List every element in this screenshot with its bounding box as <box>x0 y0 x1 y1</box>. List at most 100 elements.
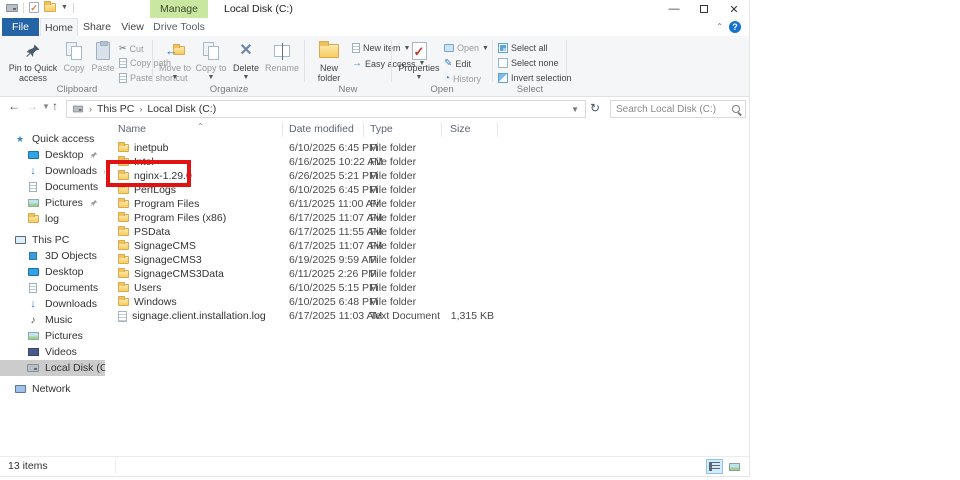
divider <box>23 3 24 13</box>
file-row-users[interactable]: Users 6/10/2025 5:15 PM File folder <box>105 281 749 295</box>
invert-selection-button[interactable]: Invert selection <box>498 73 572 83</box>
sidebar-item-quick-access[interactable]: ★ Quick access <box>0 131 105 147</box>
qat-dropdown-icon[interactable]: ▼ <box>61 4 68 11</box>
select-none-button[interactable]: Select none <box>498 58 559 68</box>
move-to-button[interactable]: ← Move to ▼ <box>158 40 192 81</box>
tab-home[interactable]: Home <box>40 18 78 36</box>
details-view-button[interactable] <box>706 459 723 474</box>
manage-contextual-tab[interactable]: Manage <box>150 0 208 18</box>
search-box[interactable] <box>610 100 746 118</box>
sidebar-item-3d-objects[interactable]: 3D Objects <box>0 248 105 264</box>
sidebar-item-documents[interactable]: Documents <box>0 179 105 195</box>
tab-share[interactable]: Share <box>80 18 114 36</box>
sidebar-item-local-disk-c[interactable]: Local Disk (C:) <box>0 360 105 376</box>
pin-label: Pin to Quick access <box>6 64 60 83</box>
file-row-intel[interactable]: Intel 6/16/2025 10:22 AM File folder <box>105 155 749 169</box>
address-dropdown-icon[interactable]: ▼ <box>571 105 579 114</box>
column-header-type[interactable]: Type <box>364 122 442 137</box>
dropdown-caret-icon: ▼ <box>243 74 250 82</box>
breadcrumb-separator: › <box>139 104 142 114</box>
minimize-button[interactable]: — <box>659 0 689 18</box>
address-bar[interactable]: › This PC › Local Disk (C:) ▼ <box>66 100 586 118</box>
sidebar-item-documents-pc[interactable]: Documents <box>0 280 105 296</box>
maximize-button[interactable] <box>689 0 719 18</box>
recent-locations-icon[interactable]: ▼ <box>42 102 50 111</box>
copy-icon <box>66 40 83 62</box>
file-row-program-files[interactable]: Program Files 6/11/2025 11:00 AM File fo… <box>105 197 749 211</box>
select-all-icon <box>498 43 508 53</box>
search-input[interactable] <box>616 104 732 115</box>
thumbnails-view-button[interactable] <box>726 459 743 474</box>
copy-to-button[interactable]: Copy to ▼ <box>194 40 228 81</box>
sidebar-item-desktop[interactable]: Desktop <box>0 147 105 163</box>
videos-icon <box>28 348 39 356</box>
column-header-size[interactable]: Size <box>442 122 498 137</box>
help-icon[interactable]: ? <box>729 21 741 33</box>
file-row-psdata[interactable]: PSData 6/17/2025 11:55 AM File folder <box>105 225 749 239</box>
pin-to-quick-access-button[interactable]: Pin to Quick access <box>6 40 60 83</box>
drive-icon <box>27 364 39 372</box>
open-icon <box>444 44 454 52</box>
properties-shortcut-icon[interactable]: ✓ <box>29 2 39 13</box>
sidebar-item-downloads[interactable]: ↓ Downloads <box>0 163 105 179</box>
paste-button[interactable]: Paste <box>89 40 117 74</box>
file-row-program-files-x86[interactable]: Program Files (x86) 6/17/2025 11:07 AM F… <box>105 211 749 225</box>
rename-icon <box>274 40 290 62</box>
open-button[interactable]: Open ▼ <box>444 43 489 53</box>
copy-to-icon <box>203 40 220 62</box>
ribbon-tabs: File Home Share View Drive Tools ⌃ ? <box>0 18 749 36</box>
divider <box>391 40 392 82</box>
file-row-signagecms3[interactable]: SignageCMS3 6/19/2025 9:59 AM File folde… <box>105 253 749 267</box>
rename-button[interactable]: Rename <box>263 40 301 74</box>
sidebar-item-downloads-pc[interactable]: ↓ Downloads <box>0 296 105 312</box>
file-row-signagecms3data[interactable]: SignageCMS3Data 6/11/2025 2:26 PM File f… <box>105 267 749 281</box>
select-all-button[interactable]: Select all <box>498 43 548 53</box>
dropdown-caret-icon: ▼ <box>208 74 215 82</box>
divider <box>492 40 493 82</box>
tab-file[interactable]: File <box>2 18 39 36</box>
collapse-ribbon-icon[interactable]: ⌃ <box>716 22 723 31</box>
history-button[interactable]: ◔ History <box>444 73 481 84</box>
sidebar-item-desktop-pc[interactable]: Desktop <box>0 264 105 280</box>
column-header-date-modified[interactable]: Date modified <box>283 122 364 137</box>
properties-button[interactable]: ✓ Properties ▼ <box>398 40 440 81</box>
tab-view[interactable]: View <box>116 18 149 36</box>
maximize-icon <box>700 5 708 13</box>
file-row-perflogs[interactable]: PerfLogs 6/10/2025 6:45 PM File folder <box>105 183 749 197</box>
sidebar-item-pictures-pc[interactable]: Pictures <box>0 328 105 344</box>
sidebar-item-videos[interactable]: Videos <box>0 344 105 360</box>
forward-icon[interactable]: → <box>26 99 38 113</box>
sidebar-item-log[interactable]: log <box>0 211 105 227</box>
sort-ascending-icon: ⌃ <box>197 119 204 134</box>
edit-button[interactable]: ✎ Edit <box>444 58 471 69</box>
refresh-icon[interactable]: ↻ <box>590 101 600 115</box>
breadcrumb-this-pc[interactable]: This PC <box>97 103 134 115</box>
sidebar-item-network[interactable]: Network <box>0 381 105 397</box>
column-header-name[interactable]: ⌃ Name <box>105 122 283 137</box>
close-button[interactable]: ✕ <box>719 0 749 18</box>
new-folder-button[interactable]: New folder <box>310 40 348 83</box>
sidebar-item-pictures[interactable]: Pictures <box>0 195 105 211</box>
file-row-inetpub[interactable]: inetpub 6/10/2025 6:45 PM File folder <box>105 141 749 155</box>
tab-drive-tools[interactable]: Drive Tools <box>150 18 208 36</box>
breadcrumb-local-disk[interactable]: Local Disk (C:) <box>147 103 216 115</box>
sidebar-item-this-pc[interactable]: This PC <box>0 232 105 248</box>
back-icon[interactable]: ← <box>8 99 20 113</box>
folder-icon <box>118 298 129 306</box>
delete-button[interactable]: ✕ Delete ▼ <box>230 40 262 81</box>
this-pc-icon <box>15 236 26 244</box>
file-row-windows[interactable]: Windows 6/10/2025 6:48 PM File folder <box>105 295 749 309</box>
file-row-nginx[interactable]: nginx-1.29.0 6/26/2025 5:21 PM File fold… <box>105 169 749 183</box>
new-item-icon <box>352 43 360 53</box>
desktop-icon <box>28 151 39 159</box>
titlebar: ✓ ▼ Manage Local Disk (C:) — ✕ <box>0 0 749 18</box>
folder-icon <box>118 242 129 250</box>
up-icon[interactable]: ↑ <box>52 99 58 113</box>
file-row-signage-log[interactable]: signage.client.installation.log 6/17/202… <box>105 309 749 323</box>
copy-button[interactable]: Copy <box>60 40 88 74</box>
cut-button[interactable]: ✂ Cut <box>119 43 144 54</box>
file-row-signagecms[interactable]: SignageCMS 6/17/2025 11:07 AM File folde… <box>105 239 749 253</box>
folder-icon[interactable] <box>44 3 56 12</box>
select-none-icon <box>498 58 508 68</box>
sidebar-item-music[interactable]: ♪ Music <box>0 312 105 328</box>
